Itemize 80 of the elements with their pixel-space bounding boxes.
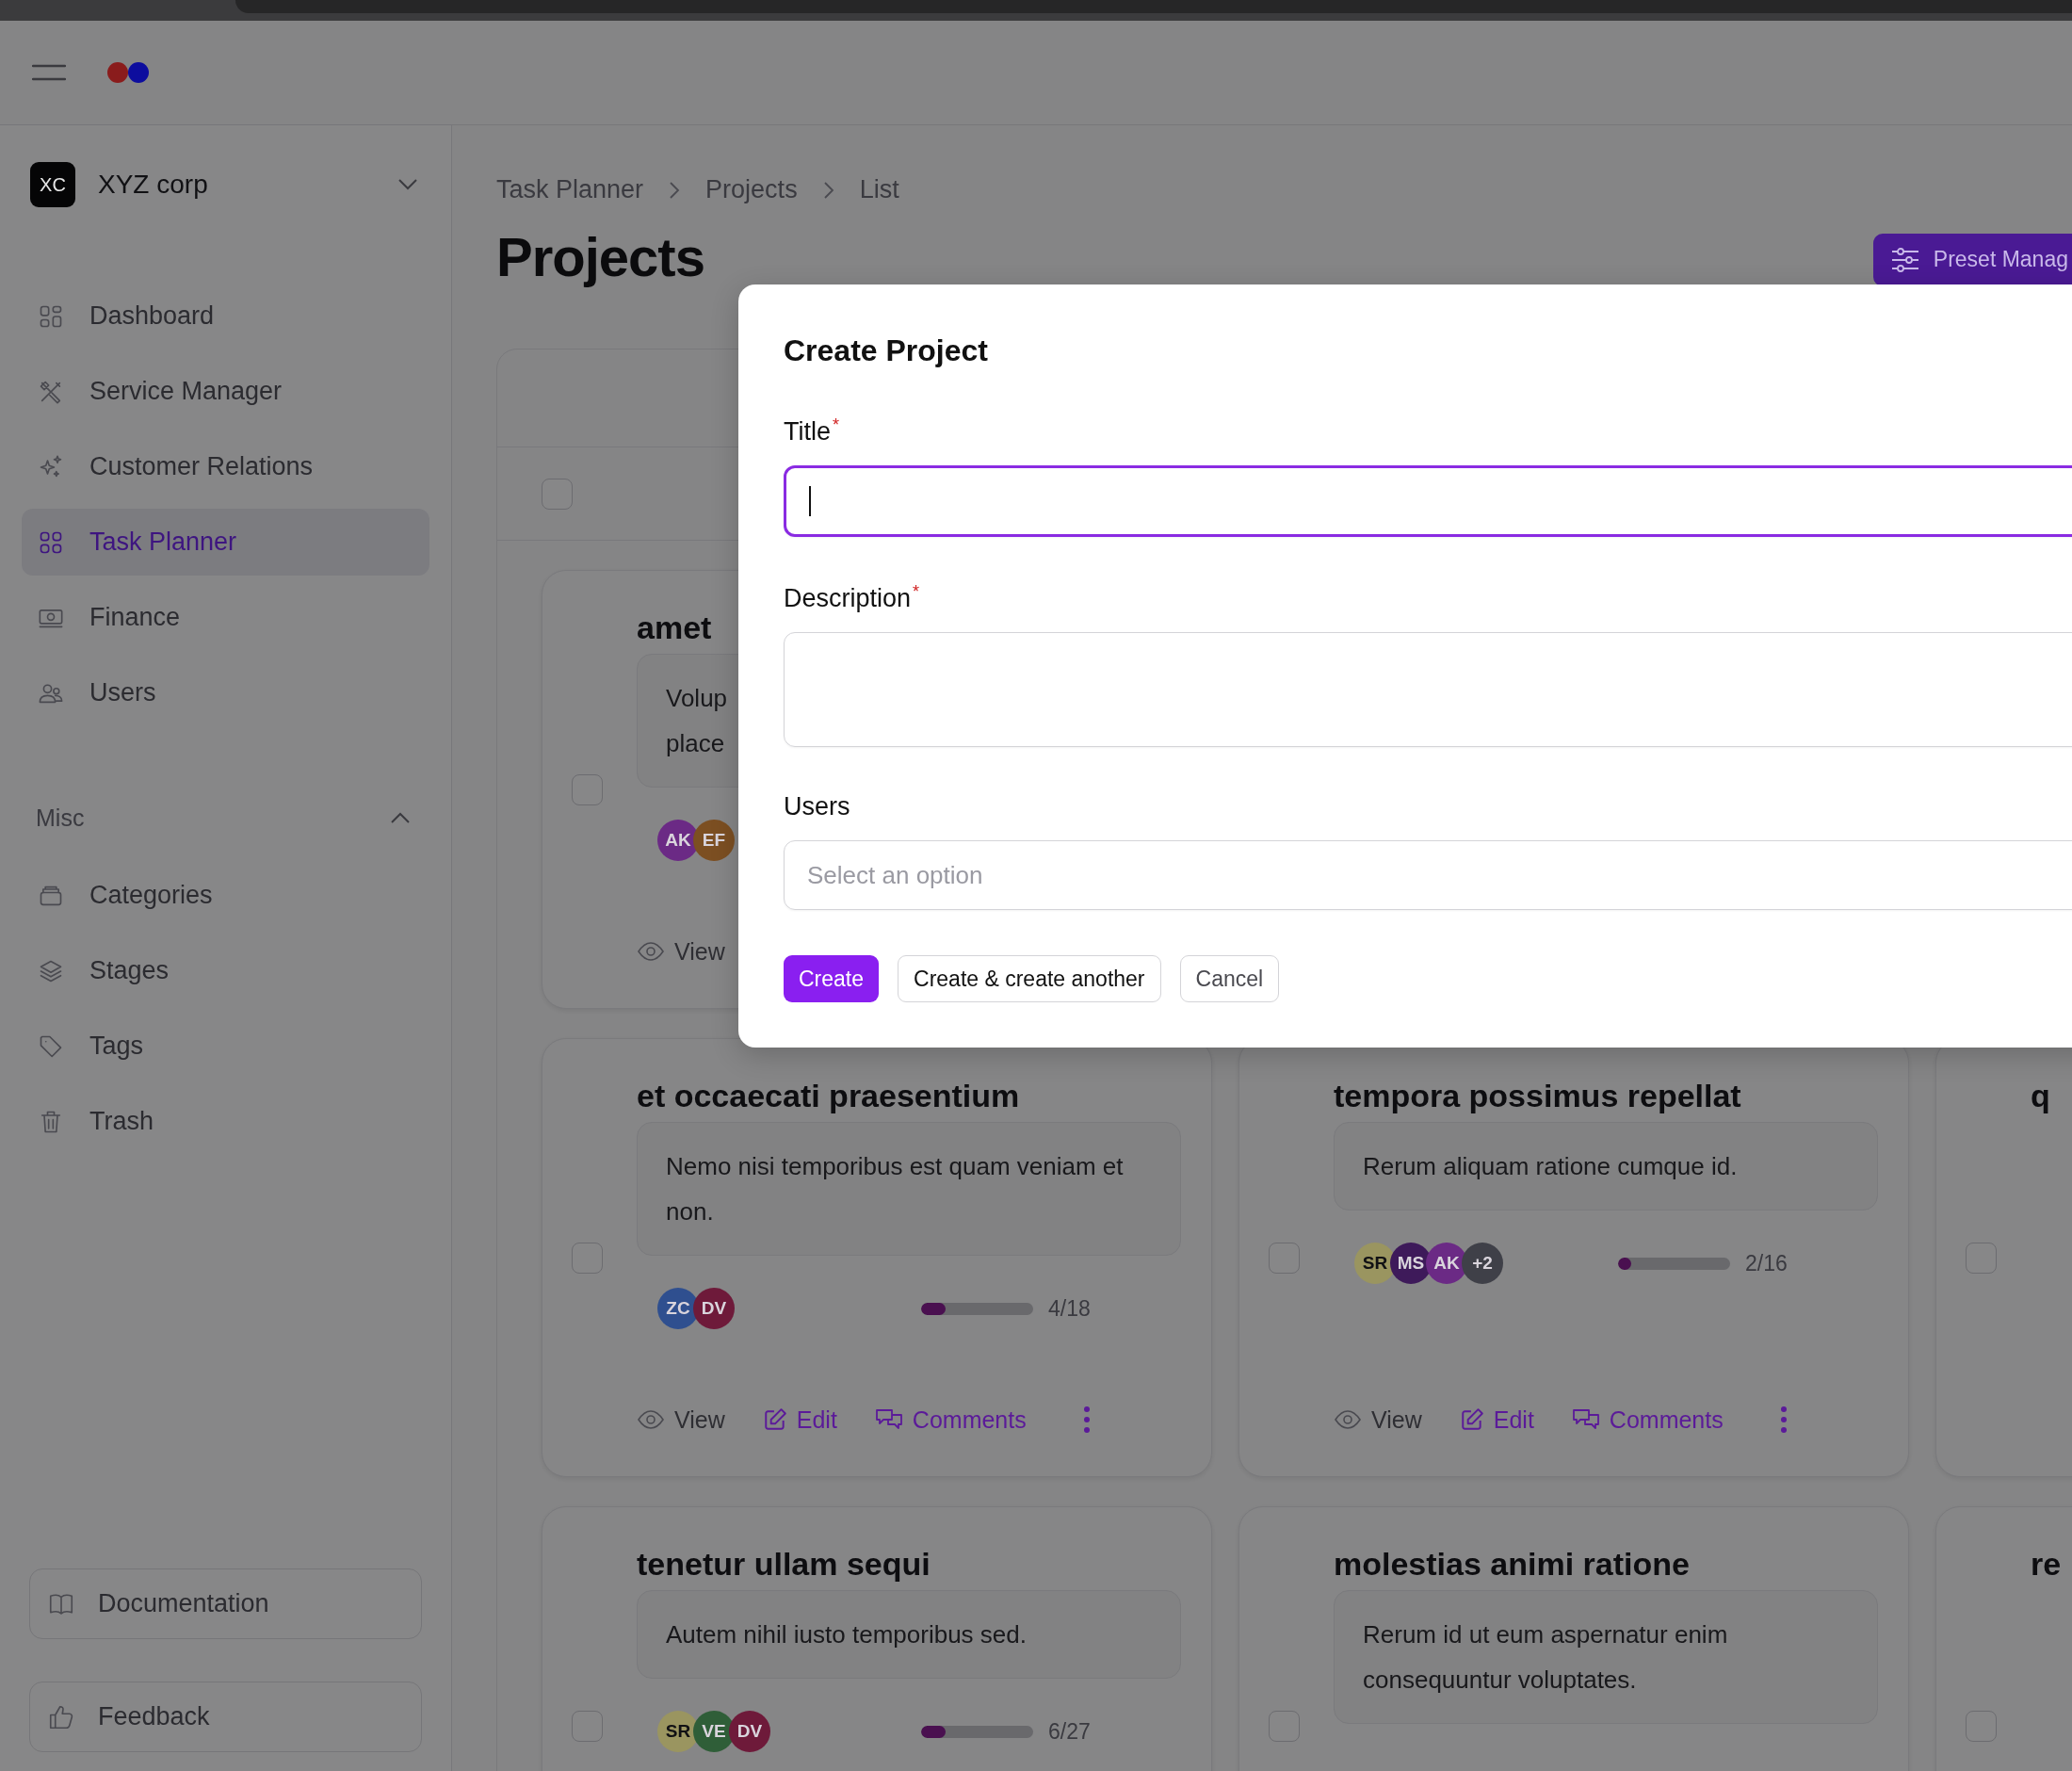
edit-link[interactable]: Edit — [762, 1405, 837, 1434]
card-checkbox[interactable] — [1966, 1710, 1997, 1742]
create-button[interactable]: Create — [784, 955, 880, 1002]
sidebar-item[interactable]: Service Manager — [22, 358, 429, 425]
more-options-icon[interactable] — [1779, 1405, 1788, 1434]
project-title: re — [2031, 1545, 2063, 1583]
chevron-right-icon — [668, 179, 682, 201]
card-checkbox[interactable] — [1269, 1710, 1300, 1742]
comments-link[interactable]: Comments — [1571, 1405, 1724, 1434]
sliders-icon — [1889, 246, 1920, 273]
user-avatar: DV — [693, 1288, 735, 1329]
pencil-icon — [1459, 1407, 1484, 1432]
project-description: Volup place — [666, 683, 729, 759]
field-label: Title$^{*}$ — [784, 415, 841, 447]
view-link[interactable]: View — [1334, 1405, 1422, 1434]
pencil-icon — [762, 1407, 787, 1432]
project-title: tempora possimus repellat — [1334, 1077, 1742, 1114]
page-title: Projects — [496, 225, 704, 288]
eye-icon — [637, 1409, 665, 1430]
more-options-icon[interactable] — [1082, 1405, 1091, 1434]
sidebar-item[interactable]: Dashboard — [22, 283, 429, 349]
select-all-checkbox[interactable] — [542, 478, 573, 510]
sidebar-item[interactable]: Stages — [22, 937, 429, 1004]
user-avatar: +2 — [1462, 1243, 1503, 1284]
create-another-button[interactable]: Create & create another — [898, 955, 1161, 1002]
field-label: Description$^{*}$ — [784, 582, 921, 613]
edit-link[interactable]: Edit — [1459, 1405, 1534, 1434]
eye-icon — [637, 941, 665, 962]
project-description: Autem nihil iusto temporibus sed. — [666, 1619, 1028, 1650]
sidebar-item[interactable]: Finance — [22, 584, 429, 651]
org-switcher[interactable]: XC XYZ corp — [22, 162, 429, 207]
sidebar-item[interactable]: Customer Relations — [22, 433, 429, 500]
logo-icon — [106, 61, 150, 84]
title-input[interactable] — [784, 465, 2072, 537]
chat-bubbles-icon — [1571, 1407, 1600, 1432]
view-link[interactable]: View — [637, 1405, 725, 1434]
card-checkbox[interactable] — [572, 1710, 603, 1742]
chat-bubbles-icon — [874, 1407, 903, 1432]
card-checkbox[interactable] — [572, 1242, 603, 1274]
card-checkbox[interactable] — [1966, 1242, 1997, 1274]
project-title: et occaecati praesentium — [637, 1077, 1021, 1114]
sidebar-button[interactable]: Feedback — [29, 1682, 422, 1752]
section-toggle[interactable]: Misc — [22, 799, 429, 837]
org-avatar: XC — [30, 162, 75, 207]
sidebar-item[interactable]: Trash — [22, 1088, 429, 1155]
eye-icon — [1334, 1409, 1362, 1430]
view-link[interactable]: View — [637, 937, 725, 966]
users-select[interactable]: Select an option — [784, 840, 2072, 910]
breadcrumb-link[interactable]: Task Planner — [496, 175, 644, 204]
preset-button[interactable]: Preset Manag — [1872, 233, 2072, 286]
project-title: molestias animi ratione — [1334, 1545, 1691, 1583]
sidebar-item[interactable]: Categories — [22, 862, 429, 929]
breadcrumb-link[interactable]: Projects — [705, 175, 798, 204]
sidebar-item[interactable]: Tags — [22, 1013, 429, 1080]
breadcrumb-link[interactable]: List — [859, 175, 899, 204]
description-input[interactable] — [784, 632, 2072, 747]
dialog-title: Create Project — [784, 333, 989, 368]
task-count: 2/16 — [1745, 1250, 1788, 1276]
project-title: amet — [637, 609, 713, 646]
project-title: q — [2031, 1077, 2051, 1114]
project-description: Nemo nisi temporibus est quam veniam et non. — [666, 1151, 1125, 1227]
task-count: 4/18 — [1048, 1295, 1091, 1322]
cancel-button[interactable]: Cancel — [1179, 955, 1280, 1002]
user-avatar: EF — [693, 820, 735, 861]
sidebar-item[interactable]: Users — [22, 659, 429, 726]
field-label: Users — [784, 792, 851, 821]
chevron-right-icon — [821, 179, 835, 201]
sidebar-item[interactable]: Task Planner — [22, 509, 429, 576]
menu-icon[interactable] — [32, 63, 66, 82]
card-checkbox[interactable] — [572, 773, 603, 805]
card-checkbox[interactable] — [1269, 1242, 1300, 1274]
sidebar-button[interactable]: Documentation — [29, 1568, 422, 1639]
project-title: tenetur ullam sequi — [637, 1545, 931, 1583]
org-name: XYZ corp — [98, 170, 208, 200]
project-description: Rerum id ut eum aspernatur enim consequuntur voluptates. — [1363, 1619, 1729, 1696]
project-description: Rerum aliquam ratione cumque id. — [1363, 1151, 1739, 1182]
chevron-down-icon — [397, 178, 418, 191]
comments-link[interactable]: Comments — [874, 1405, 1027, 1434]
task-count: 6/27 — [1048, 1718, 1091, 1745]
user-avatar: DV — [729, 1711, 770, 1752]
